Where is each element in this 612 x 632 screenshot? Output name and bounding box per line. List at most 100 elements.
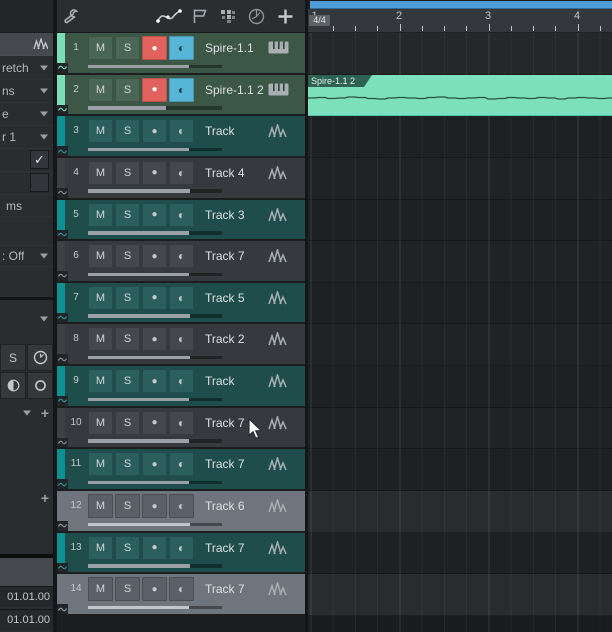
monitor-button[interactable]: ◐: [169, 535, 194, 560]
solo-button[interactable]: S: [115, 202, 140, 227]
monitor-button[interactable]: ◐: [169, 119, 194, 144]
monitor-button[interactable]: ◐: [169, 244, 194, 269]
mute-button[interactable]: M: [88, 535, 113, 560]
record-arm-button[interactable]: ●: [142, 369, 167, 394]
tempo-clock-icon[interactable]: [246, 7, 266, 25]
solo-button[interactable]: S: [115, 327, 140, 352]
record-arm-button[interactable]: ●: [142, 410, 167, 435]
record-arm-button[interactable]: ●: [142, 160, 167, 185]
track-row[interactable]: 6 M S ● ◐ Track 7: [57, 241, 305, 281]
timeline-scrollbar[interactable]: [310, 1, 612, 9]
volume-bar[interactable]: [88, 189, 222, 193]
monitor-button[interactable]: ◐: [169, 577, 194, 602]
solo-button[interactable]: S: [115, 36, 140, 60]
solo-button[interactable]: S: [115, 577, 140, 602]
sidebar-monitor-button[interactable]: [0, 372, 26, 399]
track-row[interactable]: 9 M S ● ◐ Track: [57, 366, 305, 406]
monitor-button[interactable]: ◐: [169, 494, 194, 519]
track-row[interactable]: 1 M S ● ◐ Spire-1.1: [57, 33, 305, 73]
mute-button[interactable]: M: [88, 202, 113, 227]
mute-button[interactable]: M: [88, 577, 113, 602]
timestretch-select[interactable]: retch: [0, 57, 53, 80]
mute-button[interactable]: M: [88, 494, 113, 519]
automation-toggle[interactable]: [57, 604, 68, 614]
record-arm-button[interactable]: ●: [142, 77, 167, 102]
track-row[interactable]: 10 M S ● ◐ Track 7: [57, 407, 305, 448]
monitor-button[interactable]: ◐: [169, 36, 194, 60]
automation-toggle[interactable]: [57, 187, 68, 198]
record-arm-button[interactable]: ●: [142, 119, 167, 144]
solo-button[interactable]: S: [115, 119, 140, 144]
record-arm-button[interactable]: ●: [142, 36, 167, 60]
monitor-button[interactable]: ◐: [169, 160, 194, 185]
volume-bar[interactable]: [88, 605, 222, 610]
automation-curve-icon[interactable]: [154, 7, 184, 25]
option-select-1[interactable]: ns: [0, 80, 53, 103]
option-select-3[interactable]: r 1: [0, 126, 53, 149]
monitor-button[interactable]: ◐: [169, 202, 194, 227]
monitor-button[interactable]: ◐: [169, 77, 194, 102]
track-row[interactable]: 2 M S ● ◐ Spire-1.1 2: [57, 74, 305, 115]
sidebar-clock-button[interactable]: [27, 344, 53, 371]
inspector-track-header[interactable]: [0, 33, 53, 56]
mute-button[interactable]: M: [88, 244, 113, 269]
wrench-icon[interactable]: [61, 7, 81, 25]
solo-button[interactable]: S: [115, 244, 140, 269]
solo-button[interactable]: S: [115, 494, 140, 519]
track-row[interactable]: 13 M S ● ◐ Track 7: [57, 532, 305, 573]
record-arm-button[interactable]: ●: [142, 535, 167, 560]
off-select[interactable]: : Off: [0, 245, 53, 267]
monitor-button[interactable]: ◐: [169, 452, 194, 477]
record-arm-button[interactable]: ●: [142, 327, 167, 352]
add-icon[interactable]: +: [41, 490, 49, 506]
automation-toggle[interactable]: [57, 396, 68, 406]
volume-bar[interactable]: [88, 564, 222, 568]
automation-toggle[interactable]: [57, 271, 68, 281]
volume-bar[interactable]: [88, 355, 222, 360]
mute-button[interactable]: M: [88, 36, 113, 60]
volume-bar[interactable]: [88, 106, 222, 110]
volume-bar[interactable]: [88, 272, 222, 277]
volume-bar[interactable]: [88, 397, 222, 402]
mute-button[interactable]: M: [88, 77, 113, 102]
track-row[interactable]: 8 M S ● ◐ Track 2: [57, 324, 305, 365]
solo-button[interactable]: S: [115, 369, 140, 394]
chevron-down-icon[interactable]: [40, 316, 48, 322]
automation-toggle[interactable]: [57, 229, 68, 240]
volume-bar[interactable]: [88, 314, 222, 318]
solo-button[interactable]: S: [115, 160, 140, 185]
automation-toggle[interactable]: [57, 354, 68, 365]
quantize-grid-icon[interactable]: [218, 7, 238, 25]
mute-button[interactable]: M: [88, 410, 113, 435]
volume-bar[interactable]: [88, 439, 222, 443]
automation-toggle[interactable]: [57, 63, 68, 73]
volume-bar[interactable]: [88, 147, 222, 152]
volume-bar[interactable]: [88, 231, 222, 235]
sidebar-record-button[interactable]: [27, 372, 53, 399]
add-icon[interactable]: +: [41, 405, 49, 421]
track-row[interactable]: 11 M S ● ◐ Track 7: [57, 449, 305, 489]
solo-button[interactable]: S: [115, 285, 140, 310]
checkbox-checked[interactable]: ✓: [30, 150, 49, 169]
volume-bar[interactable]: [88, 522, 222, 527]
add-track-icon[interactable]: [275, 7, 295, 25]
automation-toggle[interactable]: [57, 104, 68, 115]
solo-button[interactable]: S: [115, 452, 140, 477]
mute-button[interactable]: M: [88, 369, 113, 394]
solo-button[interactable]: S: [115, 77, 140, 102]
record-arm-button[interactable]: ●: [142, 494, 167, 519]
monitor-button[interactable]: ◐: [169, 327, 194, 352]
automation-toggle[interactable]: [57, 521, 68, 531]
arrangement-area[interactable]: Spire-1.1 2 1234 4/4: [308, 0, 612, 632]
record-arm-button[interactable]: ●: [142, 244, 167, 269]
timeline-ruler[interactable]: 1234: [308, 9, 612, 33]
mute-button[interactable]: M: [88, 285, 113, 310]
mute-button[interactable]: M: [88, 327, 113, 352]
automation-toggle[interactable]: [57, 146, 68, 156]
track-row[interactable]: 3 M S ● ◐ Track: [57, 116, 305, 156]
option-select-2[interactable]: e: [0, 103, 53, 126]
track-row[interactable]: 7 M S ● ◐ Track 5: [57, 282, 305, 323]
record-arm-button[interactable]: ●: [142, 577, 167, 602]
solo-button[interactable]: S: [115, 410, 140, 435]
automation-toggle[interactable]: [57, 562, 68, 573]
